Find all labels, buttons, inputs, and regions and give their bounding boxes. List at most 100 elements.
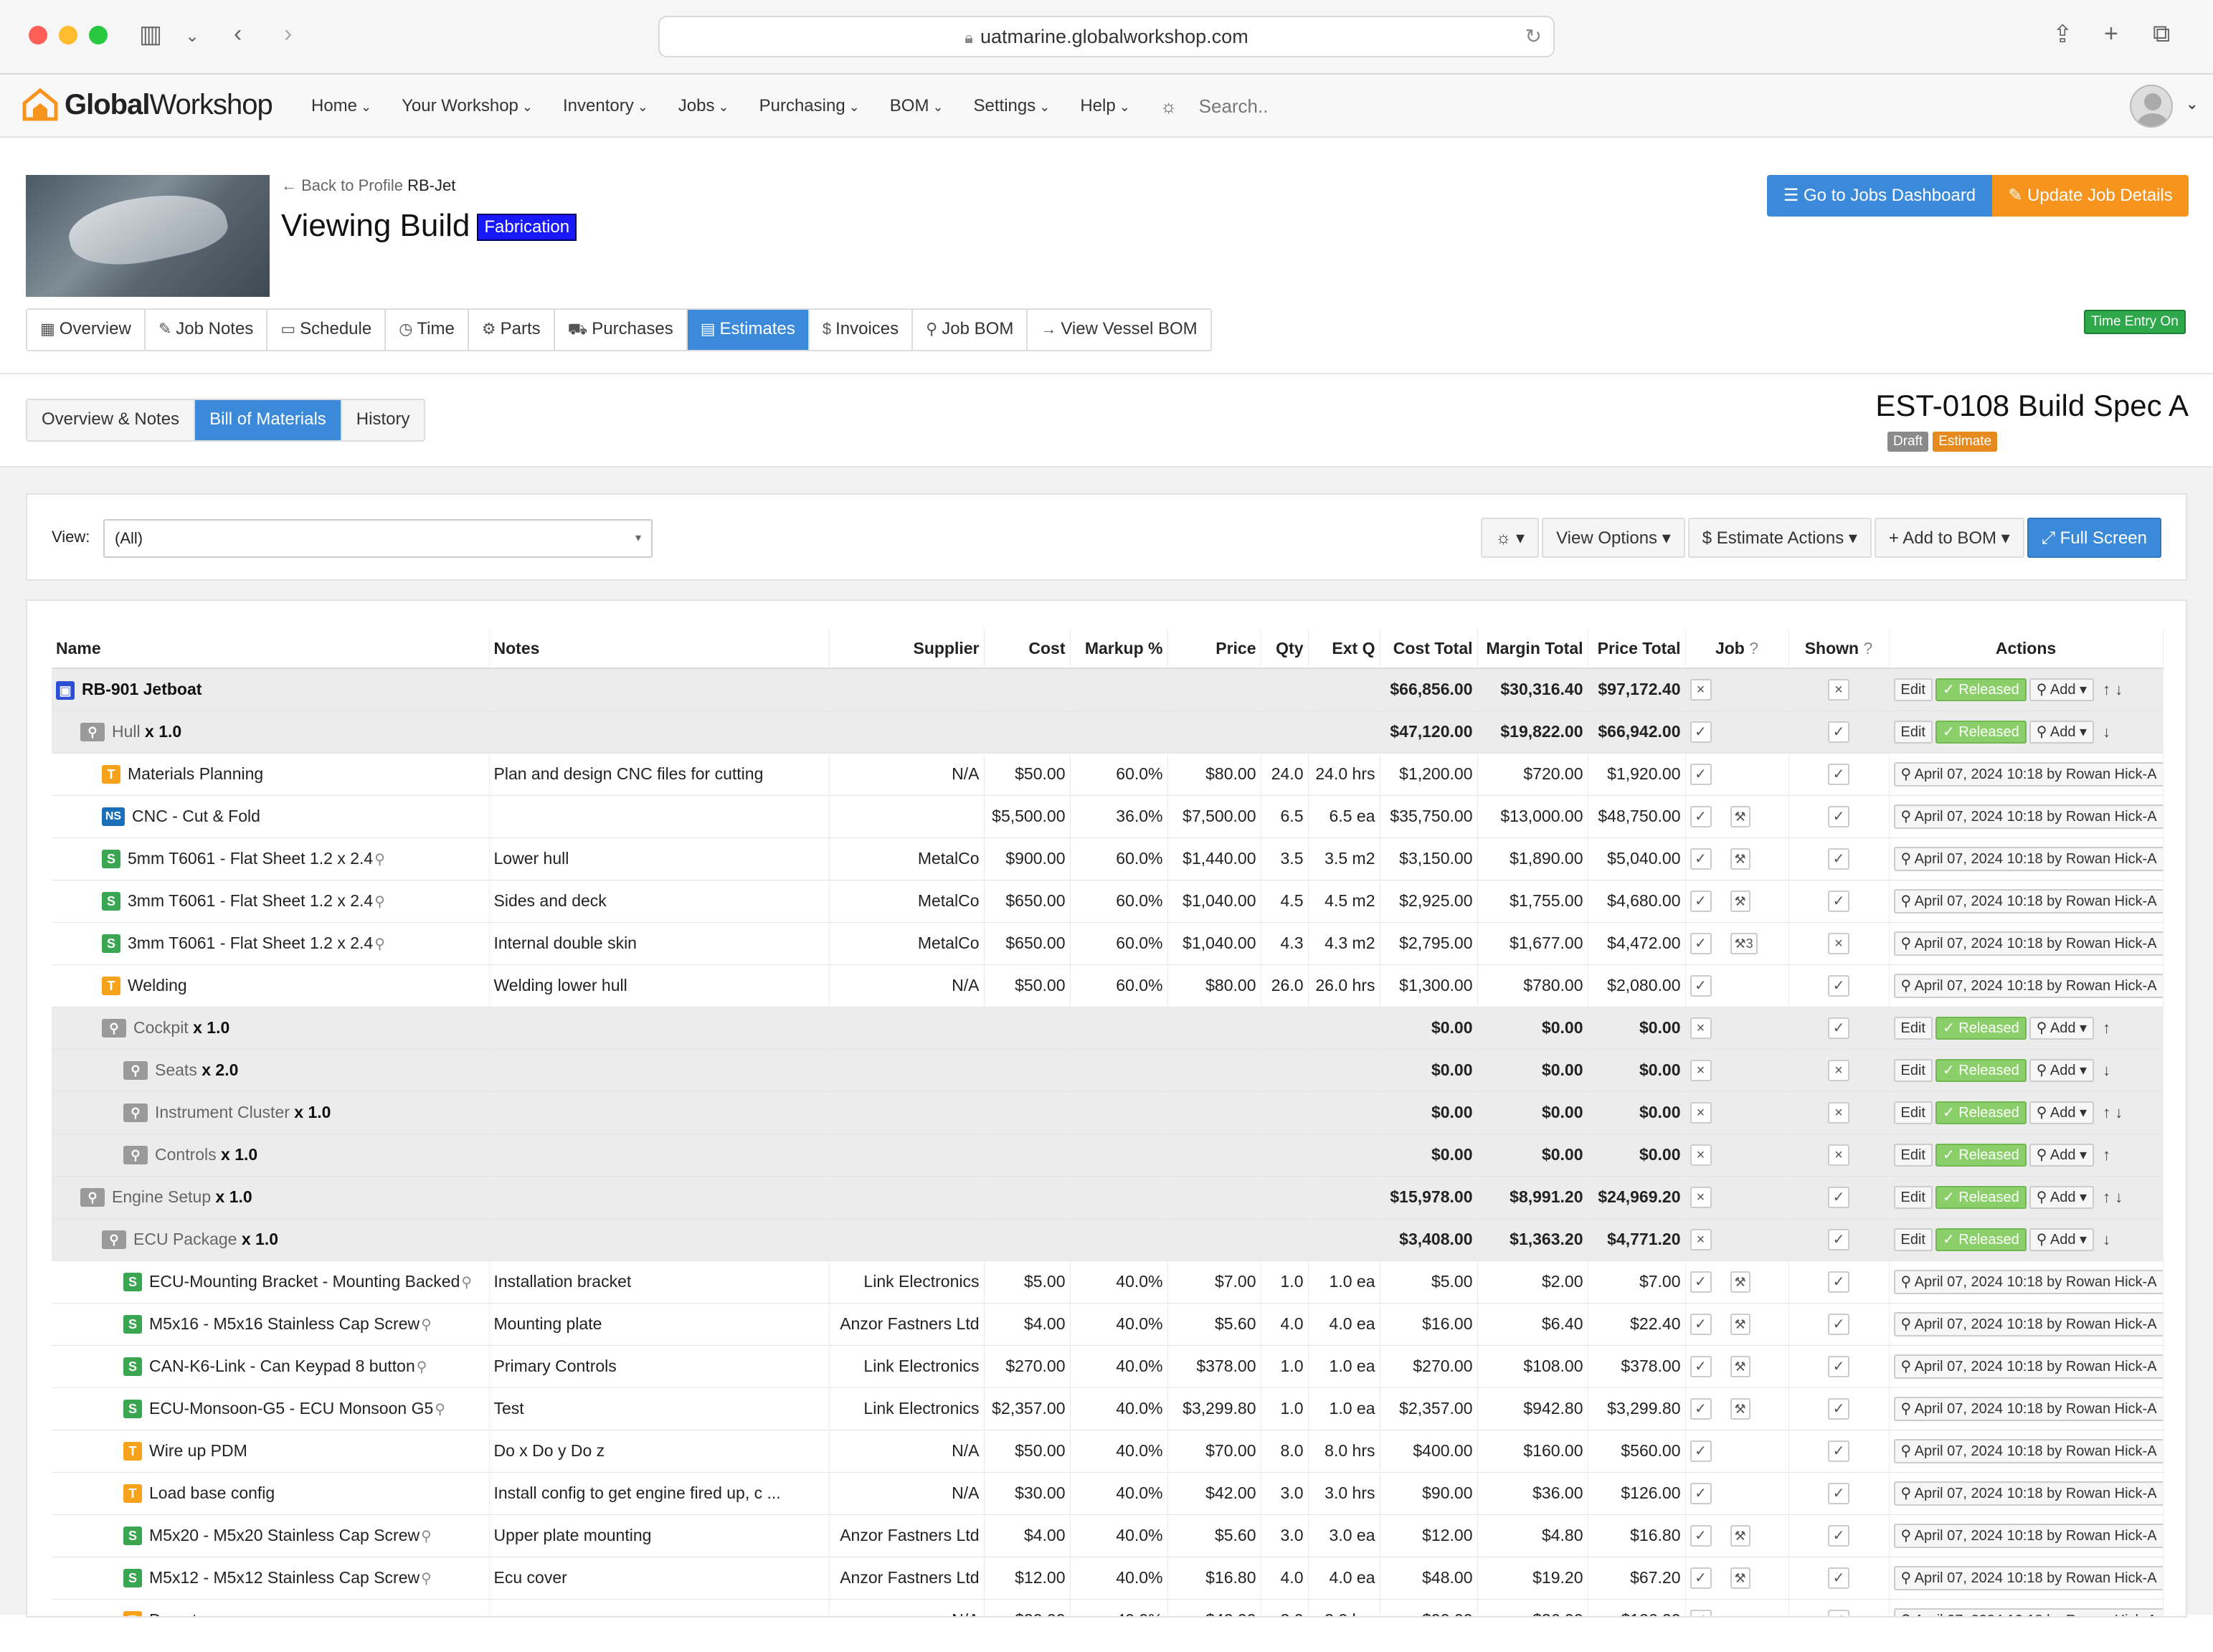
- item-name[interactable]: ECU-Monsoon-G5 - ECU Monsoon G5: [149, 1399, 433, 1418]
- new-tab-icon[interactable]: +: [2104, 20, 2118, 48]
- close-window-button[interactable]: [29, 26, 47, 44]
- released-stamp[interactable]: ⚲ April 07, 2024 10:18 by Rowan Hick-A: [1893, 1438, 2162, 1463]
- released-stamp[interactable]: ⚲ April 07, 2024 10:18 by Rowan Hick-A: [1893, 804, 2162, 829]
- shown-toggle[interactable]: ✓: [1828, 1313, 1849, 1335]
- released-stamp[interactable]: ⚲ April 07, 2024 10:18 by Rowan Hick-A: [1893, 1565, 2162, 1590]
- job-toggle[interactable]: ✓: [1690, 1397, 1712, 1420]
- job-toggle[interactable]: ✓: [1690, 1482, 1712, 1504]
- shown-toggle[interactable]: ✓: [1828, 848, 1849, 870]
- chevron-down-icon[interactable]: ⌄: [2186, 95, 2199, 113]
- minimize-window-button[interactable]: [59, 26, 77, 44]
- nav-purchasing[interactable]: Purchasing: [759, 96, 860, 116]
- nav-jobs[interactable]: Jobs: [678, 96, 729, 116]
- search-icon[interactable]: ⚲: [421, 1529, 432, 1544]
- bom-group-row[interactable]: ⚲ Engine Setup x 1.0 $15,978.00 $8,991.20 $2…: [52, 1176, 2164, 1219]
- released-button[interactable]: ✓ Released: [1935, 1058, 2027, 1082]
- released-stamp[interactable]: ⚲ April 07, 2024 10:18 by Rowan Hick-A: [1893, 1354, 2162, 1379]
- maximize-window-button[interactable]: [89, 26, 108, 44]
- released-stamp[interactable]: ⚲ April 07, 2024 10:18 by Rowan Hick-A: [1893, 1311, 2162, 1337]
- item-name[interactable]: Wire up PDM: [149, 1441, 247, 1460]
- item-name[interactable]: M5x16 - M5x16 Stainless Cap Screw: [149, 1314, 420, 1333]
- bom-item-row[interactable]: S ECU-Monsoon-G5 - ECU Monsoon G5 ⚲ Test Lin…: [52, 1387, 2164, 1430]
- col-qty[interactable]: Qty: [1261, 630, 1309, 669]
- shown-toggle[interactable]: ✓: [1828, 1524, 1849, 1547]
- item-name[interactable]: CNC - Cut & Fold: [132, 807, 260, 825]
- col-job[interactable]: Job ?: [1685, 630, 1789, 669]
- item-name[interactable]: ECU-Mounting Bracket - Mounting Backed: [149, 1272, 460, 1291]
- job-toggle[interactable]: ×: [1690, 1186, 1712, 1208]
- tools-icon[interactable]: ⚒: [1730, 848, 1750, 870]
- add-dropdown-button[interactable]: ⚲ Add ▾: [2029, 1016, 2095, 1040]
- address-bar[interactable]: 🔒︎ uatmarine.globalworkshop.com ↻: [658, 16, 1555, 57]
- item-name[interactable]: M5x20 - M5x20 Stainless Cap Screw: [149, 1526, 420, 1544]
- released-button[interactable]: ✓ Released: [1935, 678, 2027, 701]
- shown-toggle[interactable]: ×: [1828, 1144, 1849, 1166]
- col-markup[interactable]: Markup %: [1070, 630, 1168, 669]
- search-icon[interactable]: ⚲: [374, 894, 385, 910]
- nav-bom[interactable]: BOM: [890, 96, 944, 116]
- item-name[interactable]: CAN-K6-Link - Can Keypad 8 button: [149, 1357, 415, 1375]
- released-stamp[interactable]: ⚲ April 07, 2024 10:18 by Rowan Hick-A: [1893, 846, 2162, 871]
- released-button[interactable]: ✓ Released: [1935, 1016, 2027, 1040]
- job-toggle[interactable]: ×: [1690, 1059, 1712, 1081]
- item-name[interactable]: M5x12 - M5x12 Stainless Cap Screw: [149, 1568, 420, 1587]
- released-button[interactable]: ✓ Released: [1935, 1143, 2027, 1167]
- group-name[interactable]: ECU Package: [133, 1230, 237, 1248]
- shown-toggle[interactable]: ✓: [1828, 805, 1849, 827]
- job-toggle[interactable]: ✓: [1690, 1355, 1712, 1377]
- job-toggle[interactable]: ×: [1690, 678, 1712, 701]
- released-stamp[interactable]: ⚲ April 07, 2024 10:18 by Rowan Hick-A: [1893, 1523, 2162, 1548]
- group-name[interactable]: Hull: [112, 722, 141, 741]
- col-margin-total[interactable]: Margin Total: [1477, 630, 1588, 669]
- col-notes[interactable]: Notes: [489, 630, 830, 669]
- reorder-arrows[interactable]: ↑ ↓: [2103, 1188, 2123, 1207]
- tools-icon[interactable]: ⚒: [1730, 1567, 1750, 1589]
- estimate-actions-button[interactable]: $ Estimate Actions ▾: [1687, 518, 1872, 558]
- bom-group-row[interactable]: ⚲ Controls x 1.0 $0.00 $0.00 $0.00 × × Edit ✓ Re…: [52, 1134, 2164, 1177]
- reorder-arrows[interactable]: ↑ ↓: [2103, 1103, 2123, 1122]
- edit-button[interactable]: Edit: [1893, 1228, 1933, 1251]
- job-toggle[interactable]: ✓: [1690, 721, 1712, 743]
- add-dropdown-button[interactable]: ⚲ Add ▾: [2029, 1058, 2095, 1082]
- shown-toggle[interactable]: ×: [1828, 932, 1849, 954]
- job-toggle[interactable]: ✓: [1690, 890, 1712, 912]
- bom-item-row[interactable]: S M5x16 - M5x16 Stainless Cap Screw ⚲ Mount…: [52, 1303, 2164, 1346]
- item-name[interactable]: Load base config: [149, 1484, 275, 1502]
- job-toggle[interactable]: ✓: [1690, 1313, 1712, 1335]
- sidebar-toggle-icon[interactable]: ▥: [139, 20, 162, 49]
- nav-settings[interactable]: Settings: [974, 96, 1051, 116]
- group-name[interactable]: Controls: [155, 1145, 217, 1164]
- shown-toggle[interactable]: ✓: [1828, 721, 1849, 743]
- released-stamp[interactable]: ⚲ April 07, 2024 10:18 by Rowan Hick-A: [1893, 973, 2162, 998]
- shown-toggle[interactable]: ✓: [1828, 1228, 1849, 1250]
- edit-button[interactable]: Edit: [1893, 1185, 1933, 1209]
- bom-group-row[interactable]: ⚲ ECU Package x 1.0 $3,408.00 $1,363.20 $4,7…: [52, 1218, 2164, 1261]
- item-name[interactable]: 3mm T6061 - Flat Sheet 1.2 x 2.4: [128, 891, 373, 910]
- released-stamp[interactable]: ⚲ April 07, 2024 10:18 by Rowan Hick-A: [1893, 1481, 2162, 1506]
- tools-icon[interactable]: ⚒: [1730, 1524, 1750, 1547]
- reorder-arrows[interactable]: ↓: [2103, 1061, 2110, 1080]
- tools-icon[interactable]: ⚒: [1730, 1355, 1750, 1377]
- search-icon[interactable]: ⚲: [421, 1317, 432, 1333]
- search-input[interactable]: Search..: [1199, 95, 1269, 118]
- add-dropdown-button[interactable]: ⚲ Add ▾: [2029, 1185, 2095, 1209]
- search-icon[interactable]: ⚲: [435, 1402, 445, 1418]
- col-name[interactable]: Name: [52, 630, 490, 669]
- reorder-arrows[interactable]: ↑ ↓: [2103, 680, 2123, 699]
- job-toggle[interactable]: ✓: [1690, 848, 1712, 870]
- bom-item-row[interactable]: S ECU-Mounting Bracket - Mounting Backed ⚲…: [52, 1261, 2164, 1304]
- debug-menu-button[interactable]: ☼ ▾: [1481, 518, 1540, 558]
- bom-group-row[interactable]: ⚲ Hull x 1.0 $47,120.00 $19,822.00 $66,942.0…: [52, 711, 2164, 754]
- tools-icon[interactable]: ⚒: [1730, 805, 1750, 827]
- col-ext-q[interactable]: Ext Q: [1308, 630, 1380, 669]
- tabs-overview-icon[interactable]: ⧉: [2153, 20, 2170, 48]
- item-name[interactable]: Dyno tune: [149, 1610, 224, 1616]
- nav-home[interactable]: Home: [311, 96, 371, 116]
- subtab-bill-of-materials[interactable]: Bill of Materials: [195, 400, 342, 440]
- group-name[interactable]: Cockpit: [133, 1018, 189, 1037]
- view-options-button[interactable]: View Options ▾: [1542, 518, 1685, 558]
- shown-toggle[interactable]: ✓: [1828, 1397, 1849, 1420]
- item-name[interactable]: 5mm T6061 - Flat Sheet 1.2 x 2.4: [128, 849, 373, 868]
- job-toggle[interactable]: ✓: [1690, 932, 1712, 954]
- item-name[interactable]: Materials Planning: [128, 764, 263, 783]
